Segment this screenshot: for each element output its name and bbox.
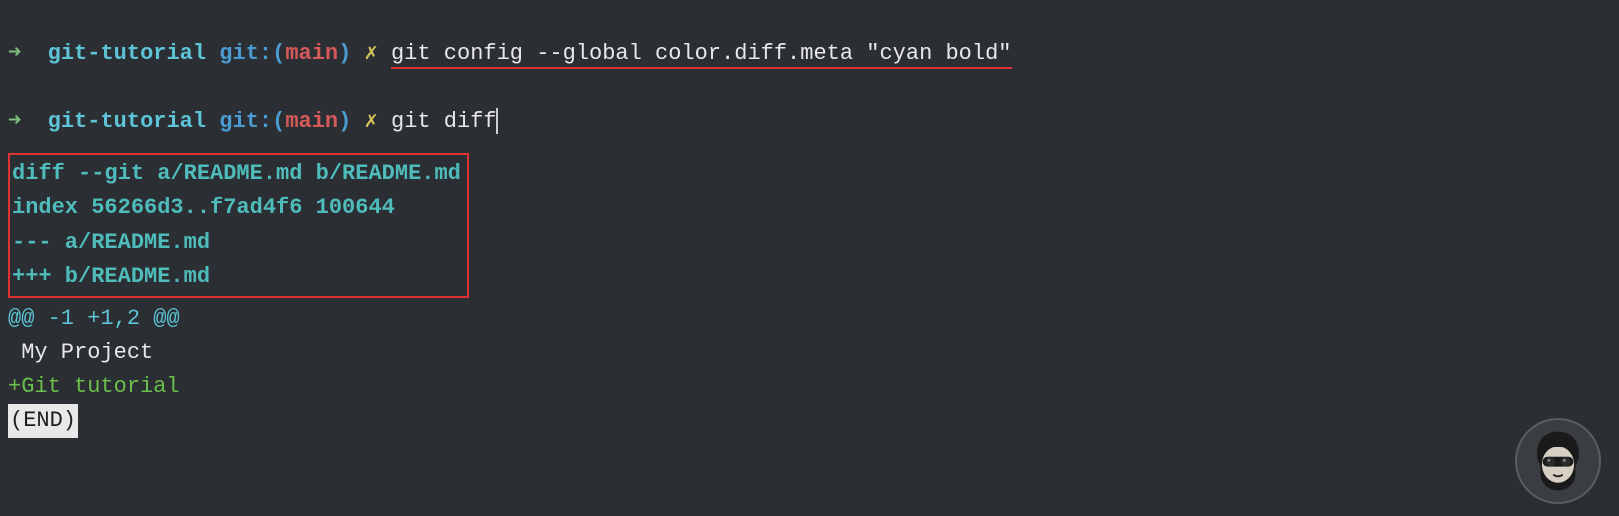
avatar-watermark xyxy=(1515,418,1601,504)
prompt-arrow-icon: ➜ xyxy=(8,41,48,66)
prompt-branch: main xyxy=(285,109,338,134)
diff-meta-line: --- a/README.md xyxy=(12,226,461,260)
prompt-git-close: ) xyxy=(338,41,351,66)
diff-context-line: My Project xyxy=(8,336,1611,370)
prompt-branch: main xyxy=(285,41,338,66)
command-1: git config --global color.diff.meta "cya… xyxy=(391,41,1012,69)
prompt-git-label: git:( xyxy=(206,41,285,66)
avatar-icon xyxy=(1523,426,1593,496)
prompt-line-2[interactable]: ➜ git-tutorial git:(main) ✗ git diff xyxy=(8,71,1611,139)
diff-meta-line: index 56266d3..f7ad4f6 100644 xyxy=(12,191,461,225)
diff-added-line: +Git tutorial xyxy=(8,370,1611,404)
prompt-line-1: ➜ git-tutorial git:(main) ✗ git config -… xyxy=(8,3,1611,71)
prompt-directory: git-tutorial xyxy=(48,109,206,134)
pager-end-line: (END) xyxy=(8,404,1611,438)
prompt-dirty-icon: ✗ xyxy=(351,109,391,134)
prompt-dirty-icon: ✗ xyxy=(351,41,391,66)
pager-end-marker: (END) xyxy=(8,404,78,438)
prompt-arrow-icon: ➜ xyxy=(8,109,48,134)
prompt-git-close: ) xyxy=(338,109,351,134)
command-2: git diff xyxy=(391,109,497,134)
prompt-git-label: git:( xyxy=(206,109,285,134)
text-cursor xyxy=(496,108,498,134)
diff-hunk-header: @@ -1 +1,2 @@ xyxy=(8,302,1611,336)
diff-meta-line: diff --git a/README.md b/README.md xyxy=(12,157,461,191)
diff-meta-line: +++ b/README.md xyxy=(12,260,461,294)
prompt-directory: git-tutorial xyxy=(48,41,206,66)
diff-meta-highlight-box: diff --git a/README.md b/README.md index… xyxy=(8,153,469,297)
